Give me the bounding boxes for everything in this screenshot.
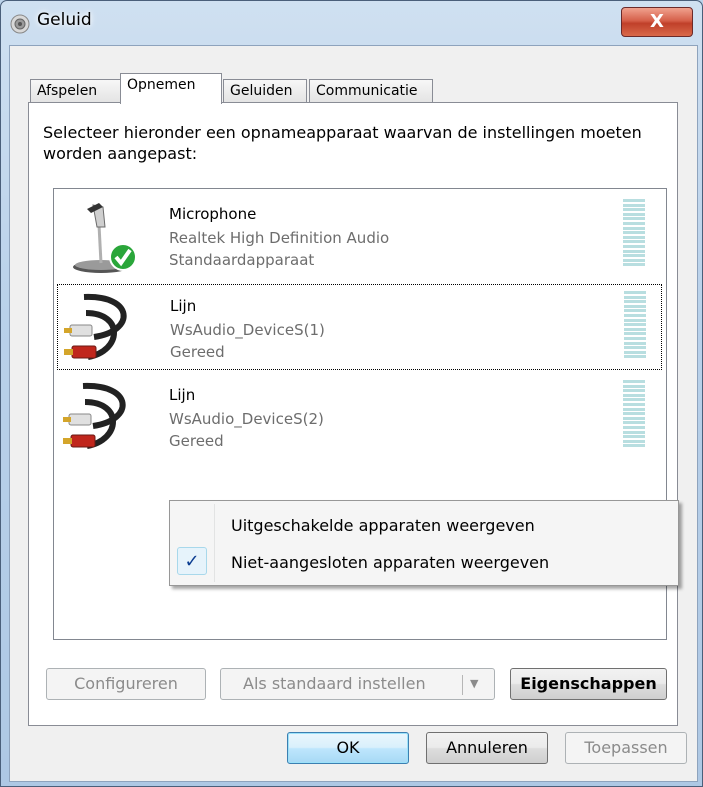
device-status: Standaardapparaat bbox=[169, 251, 315, 269]
sound-dialog: Geluid X Afspelen Opnemen Geluiden Commu… bbox=[0, 0, 703, 787]
microphone-icon bbox=[73, 203, 137, 273]
close-button[interactable]: X bbox=[621, 7, 693, 37]
ok-button[interactable]: OK bbox=[287, 732, 409, 764]
rca-cable-icon bbox=[64, 293, 127, 360]
properties-button[interactable]: Eigenschappen bbox=[510, 668, 667, 700]
menu-item-show-disabled[interactable]: Uitgeschakelde apparaten weergeven bbox=[173, 508, 674, 542]
set-default-label: Als standaard instellen bbox=[243, 674, 426, 693]
window-title: Geluid bbox=[37, 10, 92, 30]
device-driver: WsAudio_DeviceS(2) bbox=[169, 410, 324, 428]
level-meter bbox=[623, 380, 645, 450]
device-name: Lijn bbox=[169, 386, 196, 404]
tab-sounds[interactable]: Geluiden bbox=[223, 79, 307, 103]
configure-button[interactable]: Configureren bbox=[46, 668, 206, 700]
context-menu: Uitgeschakelde apparaten weergeven ✓ Nie… bbox=[169, 500, 679, 586]
device-item-line-1[interactable]: Lijn WsAudio_DeviceS(1) Gereed bbox=[57, 284, 662, 370]
device-status: Gereed bbox=[170, 343, 225, 361]
dialog-client-area: Afspelen Opnemen Geluiden Communicatie S… bbox=[9, 45, 698, 782]
title-bar[interactable]: Geluid X bbox=[1, 1, 702, 45]
cancel-button[interactable]: Annuleren bbox=[426, 732, 548, 764]
device-item-microphone[interactable]: Microphone Realtek High Definition Audio… bbox=[57, 193, 662, 279]
tab-recording[interactable]: Opnemen bbox=[120, 73, 222, 104]
level-meter bbox=[624, 291, 646, 361]
device-status: Gereed bbox=[169, 432, 224, 450]
level-meter bbox=[623, 199, 645, 269]
checkmark-icon: ✓ bbox=[177, 547, 207, 575]
tab-playback[interactable]: Afspelen bbox=[30, 79, 121, 103]
set-default-split-button[interactable]: Als standaard instellen ▼ bbox=[220, 668, 495, 700]
device-name: Microphone bbox=[169, 205, 257, 223]
tab-communications[interactable]: Communicatie bbox=[309, 79, 433, 103]
apply-button[interactable]: Toepassen bbox=[565, 732, 687, 764]
menu-item-show-disconnected[interactable]: ✓ Niet-aangesloten apparaten weergeven bbox=[173, 545, 674, 579]
menu-item-label: Niet-aangesloten apparaten weergeven bbox=[231, 553, 550, 572]
instructions-text: Selecteer hieronder een opnameapparaat w… bbox=[43, 123, 642, 163]
menu-item-label: Uitgeschakelde apparaten weergeven bbox=[231, 516, 535, 535]
device-item-line-2[interactable]: Lijn WsAudio_DeviceS(2) Gereed bbox=[57, 374, 662, 460]
device-driver: Realtek High Definition Audio bbox=[169, 229, 390, 247]
chevron-down-icon[interactable]: ▼ bbox=[470, 669, 478, 699]
speaker-icon bbox=[10, 14, 30, 34]
rca-cable-icon bbox=[63, 382, 126, 449]
device-name: Lijn bbox=[170, 297, 197, 315]
split-separator bbox=[462, 675, 463, 695]
device-driver: WsAudio_DeviceS(1) bbox=[170, 321, 325, 339]
